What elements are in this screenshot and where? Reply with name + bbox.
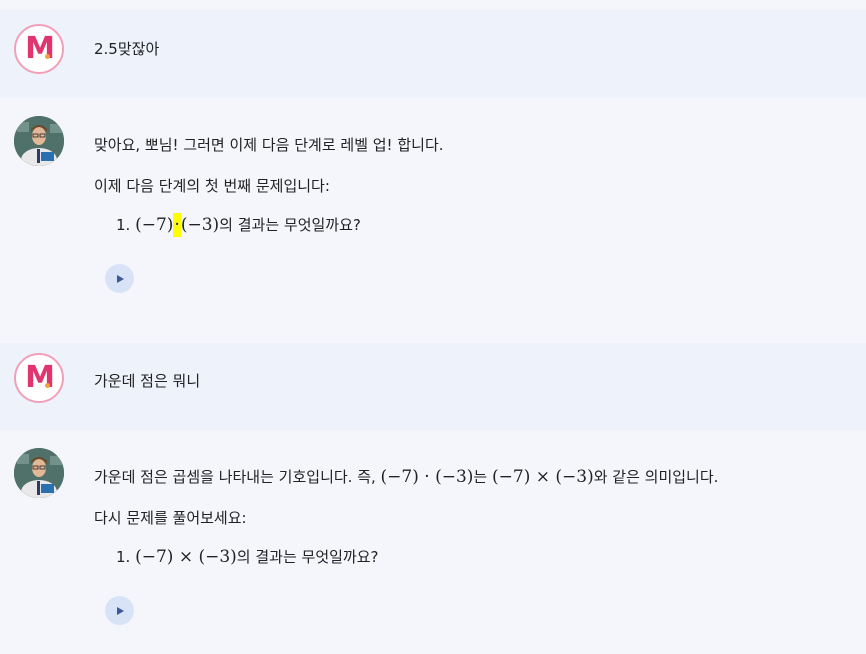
assistant-list-item: 1. (−7)·(−3)의 결과는 무엇일까요? xyxy=(116,213,361,237)
play-icon xyxy=(116,274,124,283)
user-avatar-m-logo-icon: M xyxy=(14,353,64,403)
user-message-row: M 2.5맞잖아 xyxy=(0,10,866,98)
math-expression-dot: (−7) · (−3) xyxy=(380,467,474,487)
assistant-line-1: 맞아요, 뽀님! 그러면 이제 다음 단계로 레벨 업! 합니다. xyxy=(94,136,444,154)
highlighted-multiply-dot: · xyxy=(173,213,181,237)
line-text: 는 xyxy=(473,468,492,486)
assistant-line-1: 가운데 점은 곱셈을 나타내는 기호입니다. 즉, (−7) · (−3)는 (… xyxy=(94,466,718,488)
teacher-avatar-icon xyxy=(14,448,64,498)
play-icon xyxy=(116,606,124,615)
assistant-line-2: 이제 다음 단계의 첫 번째 문제입니다: xyxy=(94,177,330,195)
play-audio-button[interactable] xyxy=(105,264,134,293)
math-operand-b: (−3) xyxy=(180,215,220,235)
list-number: 1. xyxy=(116,548,131,566)
assistant-message-row: 가운데 점은 곱셈을 나타내는 기호입니다. 즉, (−7) · (−3)는 (… xyxy=(0,430,866,654)
teacher-avatar-icon xyxy=(14,116,64,166)
assistant-list-item: 1. (−7) × (−3)의 결과는 무엇일까요? xyxy=(116,546,379,568)
math-operand-a: (−7) xyxy=(135,215,174,235)
assistant-message-row: 맞아요, 뽀님! 그러면 이제 다음 단계로 레벨 업! 합니다. 이제 다음 … xyxy=(0,98,866,343)
user-message-text: 2.5맞잖아 xyxy=(94,40,160,58)
math-expression-times: (−7) × (−3) xyxy=(492,467,594,487)
math-expression: (−7) × (−3) xyxy=(135,547,237,567)
user-avatar-m-logo-icon: M xyxy=(14,24,64,74)
line-text: 와 같은 의미입니다. xyxy=(593,468,719,486)
list-item-suffix: 의 결과는 무엇일까요? xyxy=(219,216,361,234)
list-number: 1. xyxy=(116,216,131,234)
play-audio-button[interactable] xyxy=(105,596,134,625)
assistant-line-2: 다시 문제를 풀어보세요: xyxy=(94,509,247,527)
user-message-text: 가운데 점은 뭐니 xyxy=(94,372,201,390)
line-text: 가운데 점은 곱셈을 나타내는 기호입니다. 즉, xyxy=(94,468,381,486)
list-item-suffix: 의 결과는 무엇일까요? xyxy=(236,548,379,566)
user-message-row: M 가운데 점은 뭐니 xyxy=(0,343,866,430)
